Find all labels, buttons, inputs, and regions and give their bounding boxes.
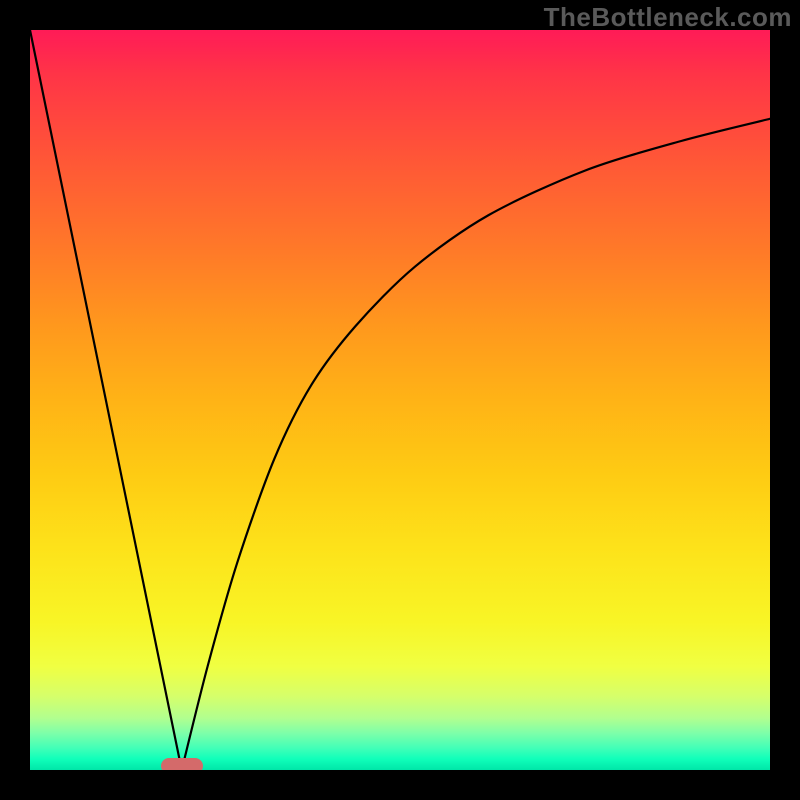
curve-svg (30, 30, 770, 770)
curve-left-segment (30, 30, 182, 770)
plot-area (30, 30, 770, 770)
watermark-text: TheBottleneck.com (544, 2, 792, 33)
minimum-marker (161, 758, 203, 770)
curve-right-segment (182, 119, 770, 770)
chart-frame: TheBottleneck.com (0, 0, 800, 800)
